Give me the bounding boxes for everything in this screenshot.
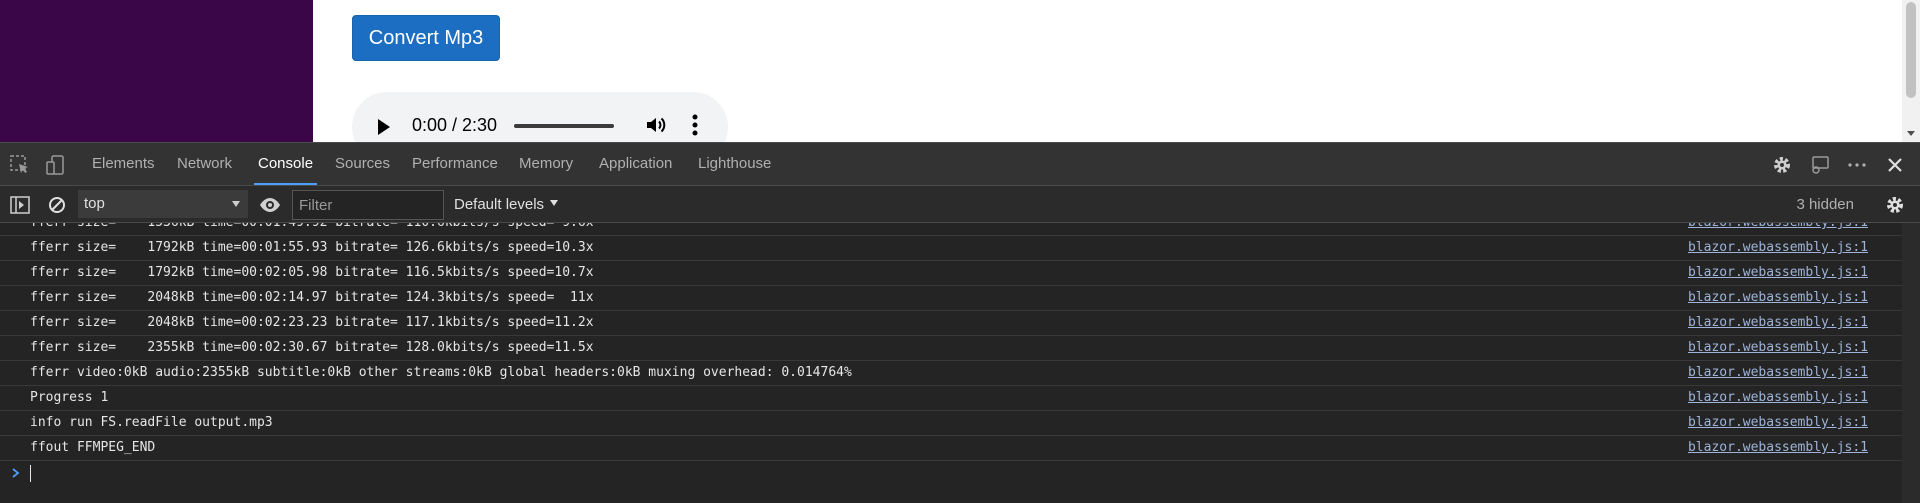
more-options-icon[interactable] [1846, 154, 1868, 176]
log-message: fferr size= 1536kB time=00:01:49.92 bitr… [30, 223, 594, 235]
clear-console-icon[interactable] [46, 194, 68, 216]
page-scrollbar-thumb[interactable] [1906, 2, 1916, 98]
log-message: info run FS.readFile output.mp3 [30, 415, 273, 430]
eye-icon[interactable] [259, 194, 281, 216]
log-levels-dropdown[interactable]: Default levels [454, 186, 559, 223]
log-source-link[interactable]: blazor.webassembly.js:1 [1688, 361, 1868, 385]
convert-mp3-button[interactable]: Convert Mp3 [352, 15, 500, 61]
log-levels-label: Default levels [454, 196, 545, 213]
tab-sources[interactable]: Sources [335, 143, 390, 185]
log-row: Progress 1 blazor.webassembly.js:1 [0, 386, 1902, 411]
filter-input[interactable] [292, 190, 444, 220]
log-row: fferr size= 2048kB time=00:02:23.23 bitr… [0, 311, 1902, 336]
log-source-link[interactable]: blazor.webassembly.js:1 [1688, 223, 1868, 235]
tab-elements[interactable]: Elements [92, 143, 155, 185]
log-source-link[interactable]: blazor.webassembly.js:1 [1688, 336, 1868, 360]
close-icon[interactable] [1884, 154, 1906, 176]
log-row: ffout FFMPEG_END blazor.webassembly.js:1 [0, 436, 1902, 461]
log-row: info run FS.readFile output.mp3 blazor.w… [0, 411, 1902, 436]
console-input-caret[interactable] [30, 465, 31, 482]
log-row: fferr size= 1536kB time=00:01:49.92 bitr… [0, 223, 1902, 236]
more-vert-icon[interactable] [692, 112, 698, 138]
console-scrollbar[interactable] [1902, 223, 1920, 503]
log-message: fferr video:0kB audio:2355kB subtitle:0k… [30, 365, 852, 380]
log-message: fferr size= 1792kB time=00:02:05.98 bitr… [30, 265, 594, 280]
chevron-down-icon [550, 200, 559, 207]
log-row: fferr video:0kB audio:2355kB subtitle:0k… [0, 361, 1902, 386]
inspect-element-icon[interactable] [9, 154, 31, 176]
console-log: fferr size= 1536kB time=00:01:49.92 bitr… [0, 223, 1920, 503]
play-icon[interactable] [378, 119, 390, 135]
devtools-panel: Elements Network Console Sources Perform… [0, 142, 1920, 503]
log-source-link[interactable]: blazor.webassembly.js:1 [1688, 236, 1868, 260]
context-selector[interactable]: top [78, 190, 248, 218]
settings-gear-icon[interactable] [1771, 154, 1793, 176]
volume-icon[interactable] [644, 113, 668, 137]
log-message: fferr size= 2048kB time=00:02:23.23 bitr… [30, 315, 594, 330]
device-toolbar-icon[interactable] [45, 154, 67, 176]
log-message: fferr size= 2048kB time=00:02:14.97 bitr… [30, 290, 594, 305]
log-source-link[interactable]: blazor.webassembly.js:1 [1688, 386, 1868, 410]
log-source-link[interactable]: blazor.webassembly.js:1 [1688, 311, 1868, 335]
log-message: Progress 1 [30, 390, 109, 405]
tab-memory[interactable]: Memory [519, 143, 573, 185]
prompt-chevron-icon [10, 466, 22, 480]
hidden-messages-count[interactable]: 3 hidden [1796, 186, 1854, 223]
context-selector-value: top [84, 195, 105, 212]
sidebar-toggle-icon[interactable] [9, 194, 31, 216]
audio-time: 0:00 / 2:30 [412, 115, 498, 135]
log-source-link[interactable]: blazor.webassembly.js:1 [1688, 261, 1868, 285]
console-toolbar: top Default levels 3 hidden [0, 186, 1920, 223]
app-sidebar [0, 0, 313, 142]
log-row: fferr size= 1792kB time=00:01:55.93 bitr… [0, 236, 1902, 261]
tab-performance[interactable]: Performance [412, 143, 498, 185]
tab-network[interactable]: Network [177, 143, 232, 185]
log-source-link[interactable]: blazor.webassembly.js:1 [1688, 411, 1868, 435]
tab-lighthouse[interactable]: Lighthouse [698, 143, 771, 185]
chevron-down-icon [232, 201, 240, 207]
log-source-link[interactable]: blazor.webassembly.js:1 [1688, 286, 1868, 310]
log-row: fferr size= 2048kB time=00:02:14.97 bitr… [0, 286, 1902, 311]
audio-player[interactable]: 0:00 / 2:30 [352, 92, 728, 142]
page-scrollbar[interactable] [1902, 0, 1920, 142]
log-message: fferr size= 2355kB time=00:02:30.67 bitr… [30, 340, 594, 355]
log-message: ffout FFMPEG_END [30, 440, 156, 455]
tab-application[interactable]: Application [599, 143, 672, 185]
log-source-link[interactable]: blazor.webassembly.js:1 [1688, 436, 1868, 460]
feedback-icon[interactable] [1809, 154, 1831, 176]
scroll-down-arrow-icon[interactable] [1907, 131, 1915, 136]
log-row: fferr size= 1792kB time=00:02:05.98 bitr… [0, 261, 1902, 286]
log-row: fferr size= 2355kB time=00:02:30.67 bitr… [0, 336, 1902, 361]
audio-seek-bar[interactable] [514, 124, 614, 128]
page-viewport: Convert Mp3 0:00 / 2:30 [0, 0, 1920, 142]
console-settings-icon[interactable] [1884, 194, 1906, 216]
log-message: fferr size= 1792kB time=00:01:55.93 bitr… [30, 240, 594, 255]
devtools-tabbar: Elements Network Console Sources Perform… [0, 142, 1920, 186]
tab-console[interactable]: Console [253, 143, 318, 185]
